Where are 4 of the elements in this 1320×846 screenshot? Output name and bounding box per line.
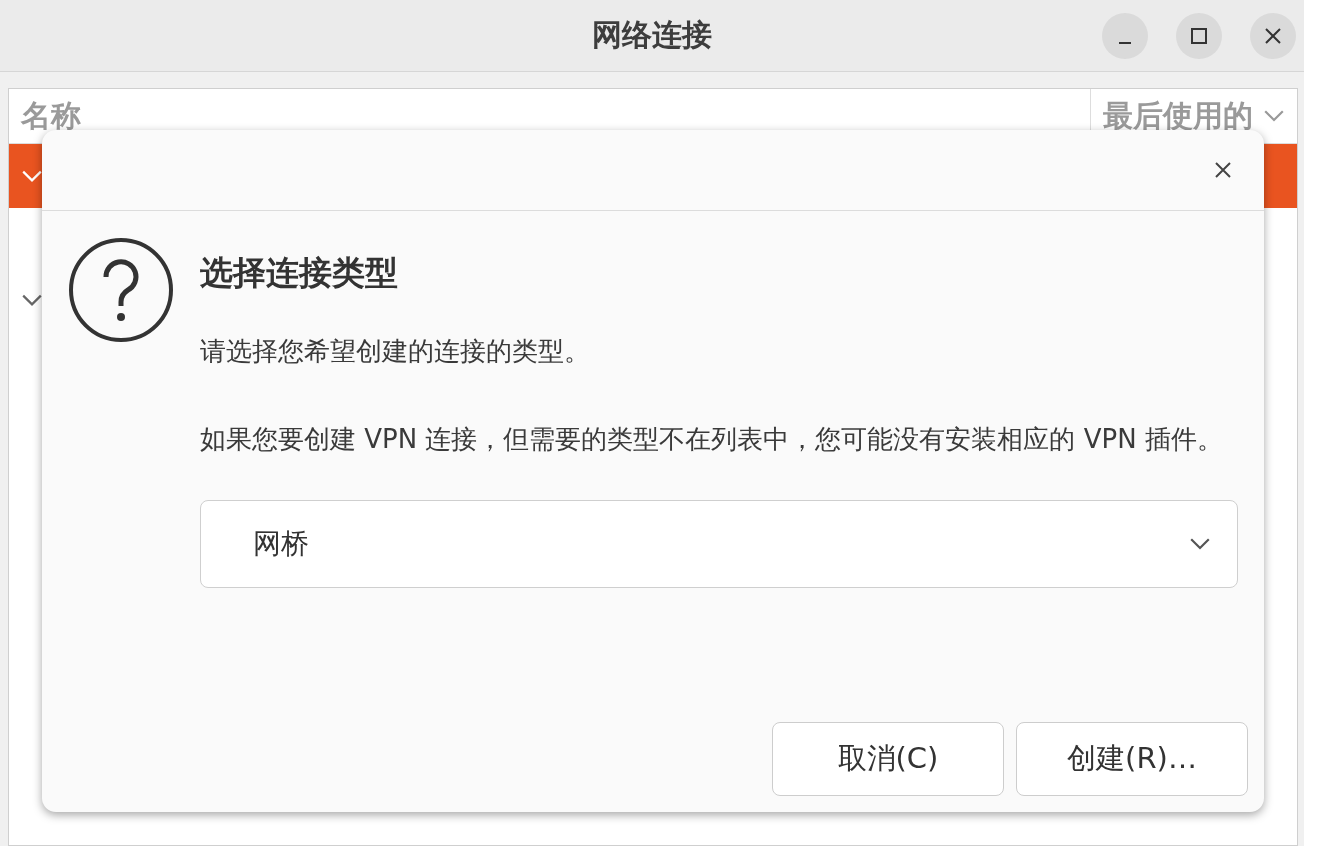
dialog-title: 选择连接类型: [200, 252, 399, 294]
note-text: 如果您要创建 VPN 连接，但需要的类型不在列表中，您可能没有安装相应的 VPN 插件。: [200, 423, 1224, 456]
description-text: 请选择您希望创建的连接的类型。: [200, 335, 591, 368]
window-title: 网络连接: [592, 16, 712, 54]
